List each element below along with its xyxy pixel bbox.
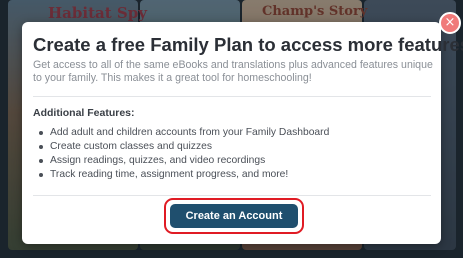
divider (33, 96, 431, 97)
feature-item: Track reading time, assignment progress,… (36, 168, 329, 182)
create-account-button[interactable]: Create an Account (170, 204, 298, 228)
divider (33, 195, 431, 196)
features-heading: Additional Features: (33, 107, 135, 119)
feature-item: Create custom classes and quizzes (36, 140, 329, 154)
close-icon[interactable]: × (439, 12, 461, 34)
features-list: Add adult and children accounts from you… (36, 126, 329, 182)
modal-description: Get access to all of the same eBooks and… (33, 59, 433, 84)
feature-item: Add adult and children accounts from you… (36, 126, 329, 140)
family-plan-modal: Create a free Family Plan to access more… (22, 22, 463, 244)
page-backdrop: Habitat Spy Champ's Story Create a free … (0, 0, 463, 258)
feature-item: Assign readings, quizzes, and video reco… (36, 154, 329, 168)
modal-title: Create a free Family Plan to access more… (33, 34, 463, 55)
